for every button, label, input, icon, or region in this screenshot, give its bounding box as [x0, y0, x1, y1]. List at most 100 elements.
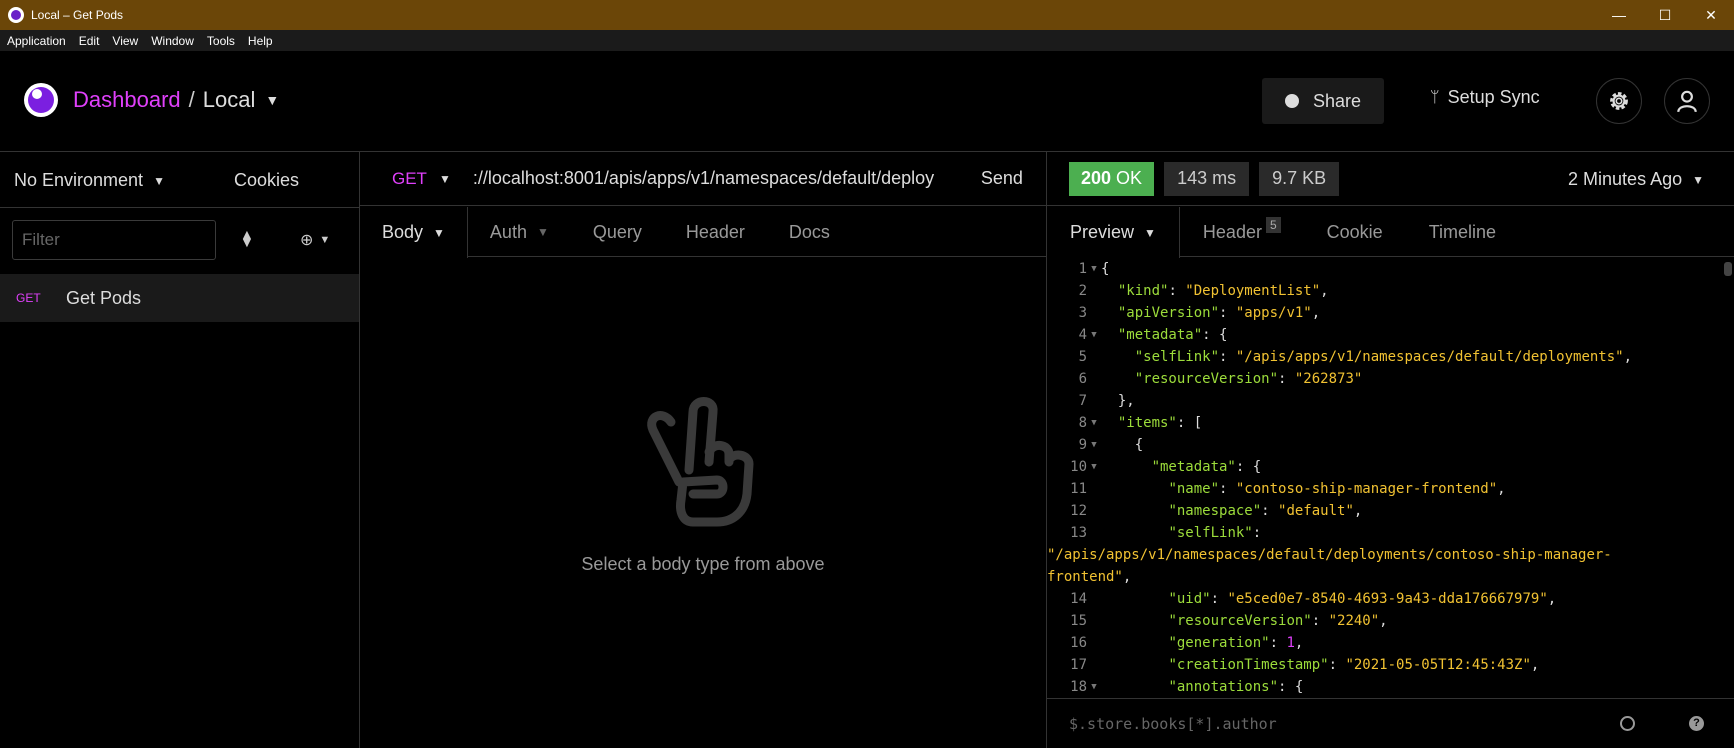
code-text: "selfLink":: [1101, 522, 1261, 544]
tab-body[interactable]: Body ▼: [360, 207, 468, 258]
code-line: 12 "namespace": "default",: [1047, 500, 1727, 522]
setup-sync-button[interactable]: ᛘ Setup Sync: [1430, 87, 1540, 108]
code-text: {: [1101, 258, 1109, 280]
time-ago-label: 2 Minutes Ago: [1568, 169, 1683, 189]
settings-button[interactable]: [1596, 78, 1642, 124]
json-punct: },: [1101, 393, 1135, 409]
git-branch-icon: ᛘ: [1430, 88, 1440, 106]
menu-edit[interactable]: Edit: [79, 34, 100, 48]
json-punct: [1101, 349, 1135, 365]
fold-toggle-icon[interactable]: ▼: [1087, 258, 1101, 280]
code-line: 17 "creationTimestamp": "2021-05-05T12:4…: [1047, 654, 1727, 676]
code-text: "/apis/apps/v1/namespaces/default/deploy…: [1047, 544, 1612, 566]
fold-gutter: [1087, 500, 1101, 522]
tab-response-header[interactable]: Header 5: [1180, 207, 1304, 257]
menu-tools[interactable]: Tools: [207, 34, 235, 48]
menu-application[interactable]: Application: [7, 34, 66, 48]
json-string: "262873": [1294, 371, 1363, 387]
help-icon[interactable]: ?: [1689, 716, 1704, 731]
response-json-viewer[interactable]: 1 ▼{2 "kind": "DeploymentList", 3 "apiVers…: [1047, 258, 1727, 698]
menu-view[interactable]: View: [112, 34, 138, 48]
response-size: 9.7 KB: [1259, 161, 1340, 196]
menu-help[interactable]: Help: [248, 34, 273, 48]
tab-auth[interactable]: Auth ▼: [468, 207, 571, 257]
json-punct: :: [1261, 503, 1279, 519]
chevron-down-icon: ▼: [319, 234, 331, 246]
json-key: "resourceVersion": [1168, 613, 1312, 629]
window-controls: — ☐ ✕: [1596, 0, 1734, 30]
fold-toggle-icon[interactable]: ▼: [1087, 456, 1101, 478]
json-string: "/apis/apps/v1/namespaces/default/deploy…: [1235, 349, 1624, 365]
json-key: "metadata": [1117, 327, 1203, 343]
code-line: 9 ▼ {: [1047, 434, 1727, 456]
maximize-button[interactable]: ☐: [1642, 0, 1688, 30]
chevron-down-icon: ▼: [438, 171, 451, 186]
tab-preview[interactable]: Preview ▼: [1047, 207, 1180, 258]
sort-button[interactable]: ▲ ▼: [240, 227, 254, 249]
chevron-down-icon: ▼: [1692, 172, 1704, 187]
line-number: 5: [1078, 349, 1087, 365]
share-button[interactable]: Share: [1262, 78, 1384, 124]
json-punct: :: [1278, 371, 1295, 387]
minimize-button[interactable]: —: [1596, 0, 1642, 30]
app-logo-icon: [8, 7, 24, 23]
fold-gutter: [1087, 368, 1101, 390]
line-number: 1: [1078, 261, 1087, 277]
line-number: 12: [1070, 503, 1087, 519]
cookies-button[interactable]: Cookies: [234, 170, 299, 191]
code-line: 3 "apiVersion": "apps/v1",: [1047, 302, 1727, 324]
json-punct: ,: [1320, 283, 1329, 299]
line-number: 14: [1070, 591, 1087, 607]
json-punct: [1101, 305, 1118, 321]
fold-toggle-icon[interactable]: ▼: [1087, 324, 1101, 346]
filter-input[interactable]: [12, 220, 216, 260]
tab-timeline[interactable]: Timeline: [1406, 207, 1519, 257]
close-button[interactable]: ✕: [1688, 0, 1734, 30]
json-punct: : {: [1278, 679, 1304, 695]
breadcrumb-dashboard[interactable]: Dashboard: [73, 87, 181, 113]
code-text: "resourceVersion": "2240",: [1101, 610, 1387, 632]
jsonpath-filter-input[interactable]: [1069, 715, 1589, 733]
chevron-down-icon[interactable]: ▼: [265, 92, 279, 108]
json-string: "2240": [1328, 613, 1380, 629]
workspace-name[interactable]: Local: [203, 87, 256, 113]
json-punct: [1101, 679, 1168, 695]
line-number: 15: [1070, 613, 1087, 629]
menu-bar: Application Edit View Window Tools Help: [0, 30, 1734, 51]
fold-toggle-icon[interactable]: ▼: [1087, 434, 1101, 456]
main-area: No Environment ▼ Cookies ▲ ▼ ⊕ ▼ GET Get…: [0, 151, 1734, 748]
method-dropdown[interactable]: GET ▼: [392, 169, 451, 189]
scrollbar[interactable]: [1724, 262, 1732, 276]
insomnia-logo-icon[interactable]: [24, 83, 58, 117]
fold-gutter: [1087, 522, 1101, 544]
environment-dropdown[interactable]: No Environment ▼: [14, 170, 165, 191]
fold-toggle-icon[interactable]: ▼: [1087, 676, 1101, 698]
fold-gutter: [1087, 654, 1101, 676]
tab-query[interactable]: Query: [571, 207, 664, 257]
code-line: 14 "uid": "e5ced0e7-8540-4693-9a43-dda17…: [1047, 588, 1727, 610]
code-text: frontend",: [1047, 566, 1131, 588]
fold-gutter: [1087, 346, 1101, 368]
code-line: 5 "selfLink": "/apis/apps/v1/namespaces/…: [1047, 346, 1727, 368]
body-empty-state: Select a body type from above: [360, 382, 1046, 575]
fold-toggle-icon[interactable]: ▼: [1087, 412, 1101, 434]
url-input[interactable]: ://localhost:8001/apis/apps/v1/namespace…: [473, 168, 963, 189]
sidebar-request-get-pods[interactable]: GET Get Pods: [0, 274, 359, 322]
send-button[interactable]: Send: [981, 168, 1023, 189]
tab-docs[interactable]: Docs: [767, 207, 852, 257]
clock-icon[interactable]: [1620, 716, 1635, 731]
line-number: 6: [1078, 371, 1087, 387]
request-name: Get Pods: [66, 287, 142, 308]
json-punct: {: [1101, 261, 1110, 277]
json-punct: [1101, 635, 1168, 651]
tab-header[interactable]: Header: [664, 207, 767, 257]
menu-window[interactable]: Window: [151, 34, 194, 48]
tab-cookie[interactable]: Cookie: [1304, 207, 1406, 257]
account-button[interactable]: [1664, 78, 1710, 124]
json-punct: ,: [1497, 481, 1506, 497]
json-string: "/apis/apps/v1/namespaces/default/deploy…: [1047, 547, 1612, 563]
json-punct: :: [1219, 481, 1236, 497]
add-request-button[interactable]: ⊕ ▼: [300, 230, 330, 250]
history-dropdown[interactable]: 2 Minutes Ago ▼: [1568, 169, 1704, 190]
code-line: "/apis/apps/v1/namespaces/default/deploy…: [1047, 544, 1727, 566]
